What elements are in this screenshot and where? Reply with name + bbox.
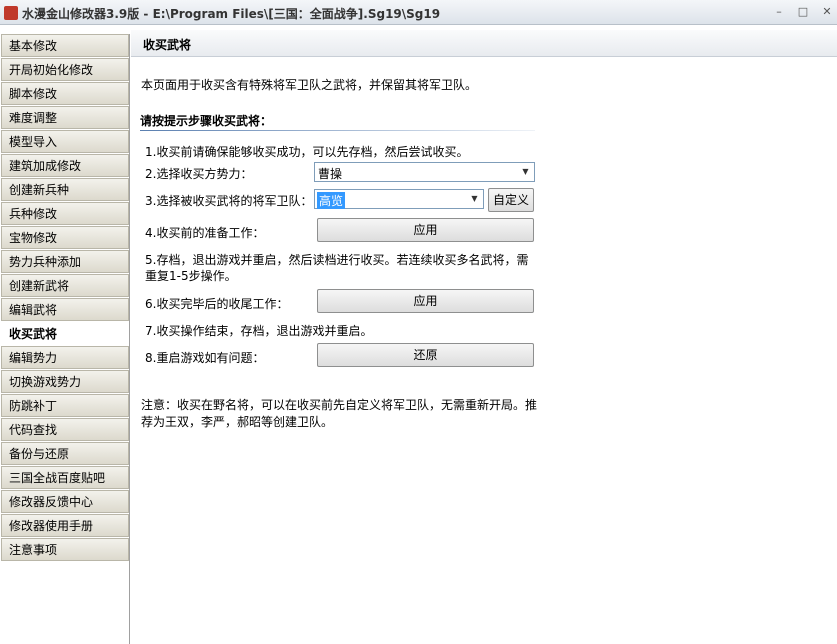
step8-label: 8.重启游戏如有问题： xyxy=(145,351,265,365)
note-text-line1: 注意：收买在野名将，可以在收买前先自定义将军卫队，无需重新开局。推 xyxy=(141,398,538,412)
window-title: 水漫金山修改器3.9版 - E:\Program Files\[三国：全面战争]… xyxy=(4,5,440,22)
chevron-down-icon[interactable]: ▼ xyxy=(517,163,534,181)
sidebar-item[interactable]: 修改器反馈中心 xyxy=(1,490,129,513)
intro-text: 本页面用于收买含有特殊将军卫队之武将，并保留其将军卫队。 xyxy=(141,78,478,92)
main-panel: 收买武将 本页面用于收买含有特殊将军卫队之武将，并保留其将军卫队。 请按提示步骤… xyxy=(131,26,837,644)
sidebar: 基本修改 开局初始化修改 脚本修改 难度调整 模型导入 建筑加成修改 创建新兵种 兵种修改 宝物… xyxy=(0,34,130,644)
section-divider xyxy=(140,130,535,131)
step3-label: 3.选择被收买武将的将军卫队： xyxy=(145,194,313,208)
sidebar-item[interactable]: 代码查找 xyxy=(1,418,129,441)
sidebar-item[interactable]: 修改器使用手册 xyxy=(1,514,129,537)
sidebar-item[interactable]: 创建新武将 xyxy=(1,274,129,297)
app-icon xyxy=(4,6,18,20)
sidebar-item[interactable]: 宝物修改 xyxy=(1,226,129,249)
apply-finish-button[interactable]: 应用 xyxy=(317,289,534,313)
sidebar-item[interactable]: 开局初始化修改 xyxy=(1,58,129,81)
page-header: 收买武将 xyxy=(131,30,837,57)
sidebar-item[interactable]: 切换游戏势力 xyxy=(1,370,129,393)
page-title: 收买武将 xyxy=(143,38,192,52)
sidebar-item[interactable]: 基本修改 xyxy=(1,34,129,57)
sidebar-item[interactable]: 注意事项 xyxy=(1,538,129,561)
step6-label: 6.收买完毕后的收尾工作： xyxy=(145,297,289,311)
step4-label: 4.收买前的准备工作： xyxy=(145,226,265,240)
title-bar: 水漫金山修改器3.9版 - E:\Program Files\[三国：全面战争]… xyxy=(0,0,837,25)
step5-text-line1: 5.存档，退出游戏并重启，然后读档进行收买。若连续收买多名武将，需 xyxy=(145,253,529,267)
note-text-line2: 荐为王双，李严，郝昭等创建卫队。 xyxy=(141,415,334,429)
step7-text: 7.收买操作结束，存档，退出游戏并重启。 xyxy=(145,324,373,338)
faction-select[interactable]: 曹操 ▼ xyxy=(314,162,535,182)
sidebar-item[interactable]: 防跳补丁 xyxy=(1,394,129,417)
minimize-button[interactable]: – xyxy=(772,5,786,19)
sidebar-item[interactable]: 创建新兵种 xyxy=(1,178,129,201)
apply-prepare-button[interactable]: 应用 xyxy=(317,218,534,242)
section-title: 请按提示步骤收买武将： xyxy=(140,114,273,128)
sidebar-item[interactable]: 建筑加成修改 xyxy=(1,154,129,177)
guard-select-value: 高览 xyxy=(317,192,346,209)
sidebar-item[interactable]: 脚本修改 xyxy=(1,82,129,105)
step1-text: 1.收买前请确保能够收买成功，可以先存档，然后尝试收买。 xyxy=(145,145,469,159)
restore-button[interactable]: 还原 xyxy=(317,343,534,367)
sidebar-item[interactable]: 模型导入 xyxy=(1,130,129,153)
maximize-button[interactable]: □ xyxy=(796,5,810,19)
window-title-text: 水漫金山修改器3.9版 - E:\Program Files\[三国：全面战争]… xyxy=(22,7,441,21)
guard-select[interactable]: 高览 ▼ xyxy=(314,189,484,209)
close-button[interactable]: ✕ xyxy=(820,5,834,19)
sidebar-item[interactable]: 编辑武将 xyxy=(1,298,129,321)
chevron-down-icon[interactable]: ▼ xyxy=(466,190,483,208)
step5-text-line2: 重复1-5步操作。 xyxy=(145,269,237,283)
sidebar-item[interactable]: 三国全战百度贴吧 xyxy=(1,466,129,489)
sidebar-item[interactable]: 势力兵种添加 xyxy=(1,250,129,273)
sidebar-item[interactable]: 备份与还原 xyxy=(1,442,129,465)
sidebar-item[interactable]: 编辑势力 xyxy=(1,346,129,369)
faction-select-value: 曹操 xyxy=(318,167,343,181)
custom-button[interactable]: 自定义 xyxy=(488,188,534,212)
sidebar-item[interactable]: 难度调整 xyxy=(1,106,129,129)
sidebar-item[interactable]: 收买武将 xyxy=(1,322,129,345)
sidebar-item[interactable]: 兵种修改 xyxy=(1,202,129,225)
step2-label: 2.选择收买方势力： xyxy=(145,167,253,181)
